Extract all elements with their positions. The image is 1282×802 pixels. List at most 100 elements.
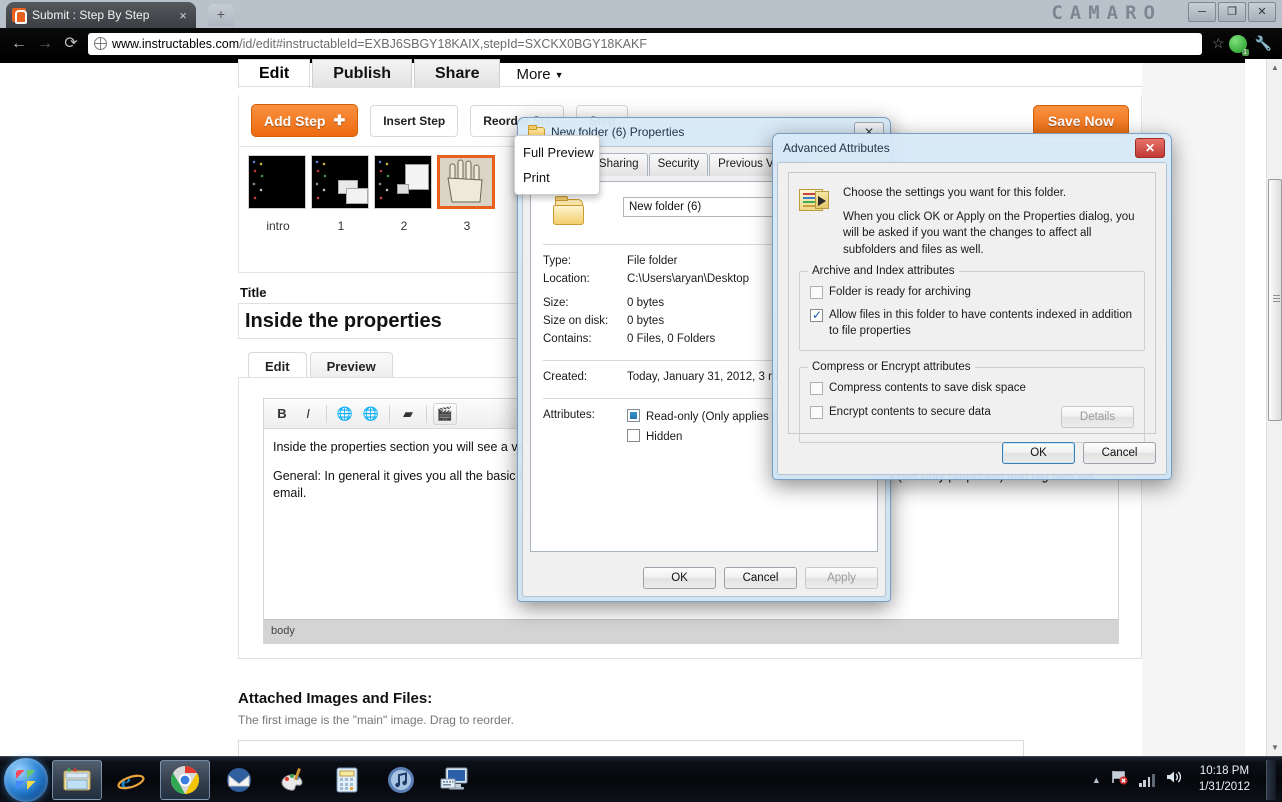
row-value: 0 bytes (627, 315, 665, 327)
extension-icon[interactable] (1228, 34, 1249, 56)
step-caption: 2 (400, 219, 408, 233)
reload-icon[interactable]: ⟳ (58, 32, 84, 56)
instructables-favicon (12, 8, 27, 24)
step-thumb-intro[interactable]: intro (248, 155, 308, 233)
system-tray: ▲ 10:18 PM 1/31/2012 (1092, 759, 1282, 800)
close-icon[interactable]: × (176, 8, 190, 23)
bold-button[interactable]: B (270, 403, 294, 425)
unlink-button[interactable]: 🌐 (359, 403, 383, 425)
taskbar-chrome[interactable] (160, 759, 210, 800)
music-icon (388, 766, 414, 793)
step-thumb-1[interactable]: 1 (311, 155, 371, 233)
apply-button[interactable]: Apply (805, 567, 878, 589)
taskbar-itunes[interactable] (376, 760, 426, 800)
scrollbar-thumb[interactable] (1268, 179, 1282, 421)
attached-files-heading: Attached Images and Files: (238, 690, 433, 707)
tab-publish[interactable]: Publish (312, 59, 412, 88)
scroll-down-arrow-icon[interactable]: ▼ (1267, 739, 1282, 756)
start-button[interactable] (4, 757, 48, 802)
minimize-icon[interactable]: ─ (1188, 2, 1216, 22)
url-path: /id/edit#instructableId=EXBJ6SBGY18KAIX,… (239, 36, 647, 51)
tab-editor-preview[interactable]: Preview (309, 352, 393, 380)
details-button[interactable]: Details (1061, 406, 1134, 429)
step-thumbnail-image (374, 155, 432, 209)
tab-edit[interactable]: Edit (238, 59, 311, 88)
page-vertical-scrollbar[interactable]: ▲ ▼ (1266, 59, 1282, 756)
taskbar-calculator[interactable] (322, 760, 372, 800)
folder-tab (555, 196, 568, 201)
cancel-button[interactable]: Cancel (724, 567, 797, 589)
row-label: Contains: (543, 333, 592, 345)
tab-security[interactable]: Security (648, 153, 709, 176)
bold-icon: B (277, 406, 287, 421)
tab-editor-edit[interactable]: Edit (248, 352, 307, 380)
step-thumb-3[interactable]: 3 (437, 155, 497, 233)
close-icon[interactable]: ✕ (1135, 138, 1165, 158)
step-caption: 1 (337, 219, 345, 233)
network-flag-icon[interactable] (1111, 769, 1129, 790)
maximize-icon[interactable]: ❐ (1218, 2, 1246, 22)
show-desktop-button[interactable] (1266, 759, 1276, 800)
row-value: 0 Files, 0 Folders (627, 333, 716, 345)
advanced-title-bar[interactable]: Advanced Attributes ✕ (773, 134, 1171, 162)
row-label: Created: (543, 371, 588, 383)
taskbar-internet-explorer[interactable]: e (106, 760, 156, 800)
new-tab-button[interactable]: + (208, 4, 234, 26)
cancel-button[interactable]: Cancel (1083, 442, 1156, 464)
tab-more[interactable]: More ▼ (502, 61, 583, 88)
menu-item-print[interactable]: Print (515, 165, 599, 190)
advanced-inner-panel: Choose the settings you want for this fo… (788, 172, 1156, 444)
add-link-button[interactable]: 🌐 (333, 403, 357, 425)
attribute-hidden-checkbox[interactable]: Hidden (627, 429, 682, 443)
taskbar-explorer[interactable] (52, 759, 102, 800)
browser-tab[interactable]: Submit : Step By Step × (6, 2, 196, 28)
taskbar-remote-desktop[interactable] (430, 760, 480, 800)
taskbar-thunderbird[interactable] (214, 760, 264, 800)
volume-icon[interactable] (1165, 769, 1183, 790)
attribute-hidden-label: Hidden (646, 431, 683, 443)
signal-strength-icon[interactable] (1138, 773, 1155, 787)
forward-icon[interactable]: → (32, 32, 58, 56)
ok-button[interactable]: OK (643, 567, 716, 589)
address-bar[interactable]: www.instructables.com/id/edit#instructab… (88, 32, 1202, 55)
save-now-button[interactable]: Save Now (1032, 104, 1129, 137)
title-label: Title (240, 285, 267, 300)
menu-item-full-preview[interactable]: Full Preview (515, 140, 599, 165)
insert-step-button[interactable]: Insert Step (370, 104, 459, 137)
browser-tab-title: Submit : Step By Step (32, 8, 150, 22)
scrollbar-grip-icon (1273, 295, 1280, 302)
italic-button[interactable]: I (296, 403, 320, 425)
bookmark-star-icon[interactable]: ☆ (1212, 35, 1225, 52)
checkbox-icon (810, 307, 823, 323)
add-step-button[interactable]: Add Step ✚ (251, 104, 359, 137)
eraser-icon: ▰ (403, 405, 413, 421)
attributes-icon (799, 187, 831, 215)
back-icon[interactable]: ← (6, 32, 32, 56)
step-thumb-2[interactable]: 2 (374, 155, 434, 233)
checkbox-icon (810, 382, 823, 396)
tab-share[interactable]: Share (414, 59, 501, 88)
compress-checkbox-row[interactable]: Compress contents to save disk space (810, 381, 1134, 397)
archive-checkbox-row[interactable]: Folder is ready for archiving (810, 285, 1134, 301)
insert-video-button[interactable]: 🎬 (433, 402, 457, 425)
ok-button[interactable]: OK (1002, 442, 1075, 464)
taskbar-clock[interactable]: 10:18 PM 1/31/2012 (1193, 764, 1256, 795)
checkbox-icon (810, 285, 823, 299)
step-thumbnail-image (437, 155, 495, 209)
globe-link-icon: 🌐 (336, 405, 354, 421)
scroll-up-arrow-icon[interactable]: ▲ (1267, 59, 1282, 76)
attached-files-dropzone[interactable] (238, 740, 1024, 756)
close-window-icon[interactable]: ✕ (1248, 2, 1276, 22)
editor-status-bar: body (264, 619, 1118, 643)
index-checkbox-row[interactable]: Allow files in this folder to have conte… (810, 307, 1134, 339)
wrench-menu-icon[interactable]: 🔧 (1255, 35, 1272, 52)
taskbar-paint[interactable] (268, 760, 318, 800)
eraser-button[interactable]: ▰ (396, 403, 420, 425)
row-label: Size: (543, 297, 569, 309)
show-hidden-icons-button[interactable]: ▲ (1092, 775, 1101, 785)
hand-illustration (447, 159, 483, 203)
row-label: Size on disk: (543, 315, 609, 327)
step-caption: 3 (463, 219, 471, 233)
editor-tabs: Edit Preview (248, 352, 396, 380)
page-left-gutter (0, 59, 238, 756)
